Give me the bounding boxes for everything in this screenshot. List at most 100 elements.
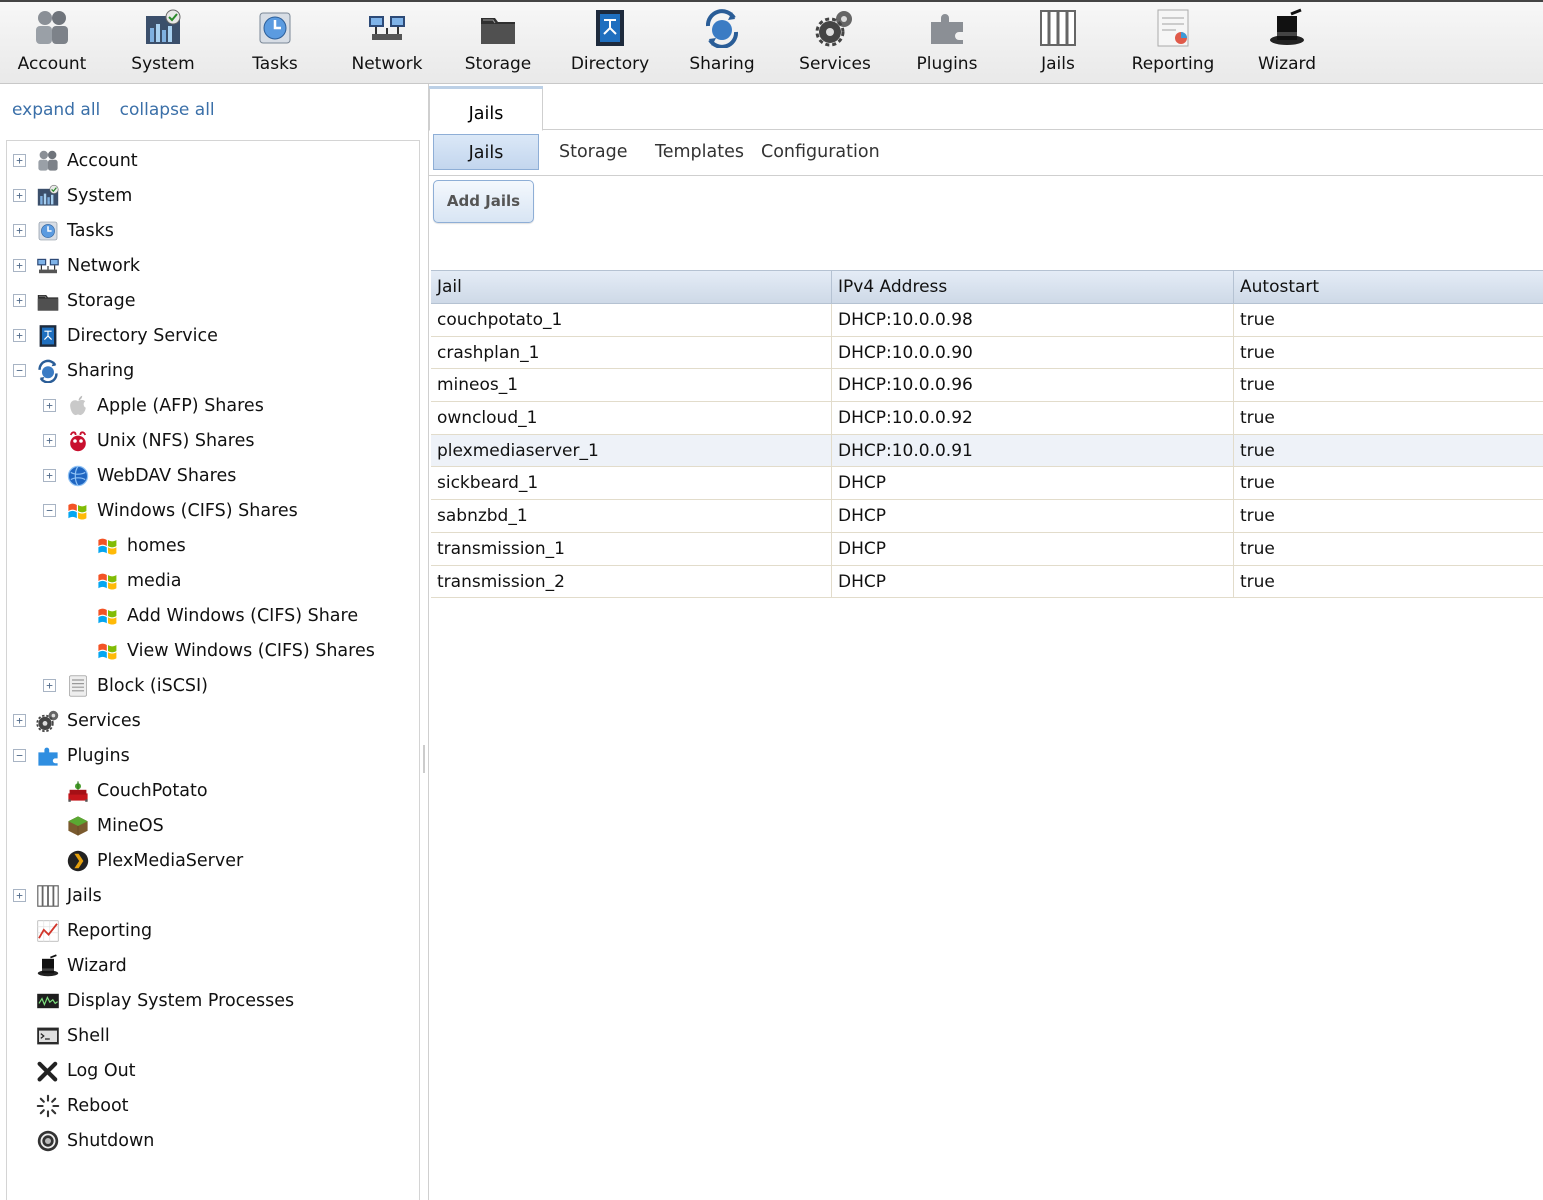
expand-toggle[interactable]: +	[43, 399, 56, 412]
tree-item-sharing[interactable]: − Sharing	[7, 353, 134, 388]
expand-toggle[interactable]: +	[13, 224, 26, 237]
tree-item-mineos[interactable]: MineOS	[7, 808, 164, 843]
table-row[interactable]: owncloud_1 DHCP:10.0.0.92 true	[431, 402, 1543, 435]
tree-item-log-out[interactable]: Log Out	[7, 1053, 136, 1088]
cell-jail: couchpotato_1	[431, 304, 832, 336]
expand-all-link[interactable]: expand all	[12, 100, 100, 120]
toolbar-storage[interactable]: Storage	[460, 8, 536, 82]
tree-item-nfs-shares[interactable]: + Unix (NFS) Shares	[7, 423, 254, 458]
directory-icon	[36, 324, 60, 348]
table-row-selected[interactable]: plexmediaserver_1 DHCP:10.0.0.91 true	[431, 434, 1543, 468]
cell-autostart: true	[1240, 408, 1275, 429]
expand-toggle[interactable]: +	[13, 329, 26, 342]
expand-toggle[interactable]: +	[13, 889, 26, 902]
toolbar-directory[interactable]: Directory	[565, 8, 655, 82]
tree-item-jails[interactable]: + Jails	[7, 878, 102, 913]
sharing-icon	[702, 8, 742, 48]
table-row[interactable]: mineos_1 DHCP:10.0.0.96 true	[431, 369, 1543, 403]
wizard-icon	[1267, 8, 1307, 48]
tree-item-network[interactable]: + Network	[7, 248, 140, 283]
table-row[interactable]: couchpotato_1 DHCP:10.0.0.98 true	[431, 304, 1543, 337]
tree-item-share-homes[interactable]: homes	[7, 528, 186, 563]
tree-item-share-media[interactable]: media	[7, 563, 182, 598]
tree-item-shell[interactable]: Shell	[7, 1018, 110, 1053]
table-row[interactable]: sabnzbd_1 DHCP true	[431, 500, 1543, 533]
tree-item-cifs-shares[interactable]: − Windows (CIFS) Shares	[7, 493, 298, 528]
expand-toggle[interactable]: +	[13, 714, 26, 727]
cell-jail: plexmediaserver_1	[431, 434, 832, 467]
table-row[interactable]: crashplan_1 DHCP:10.0.0.90 true	[431, 336, 1543, 370]
tree-item-account[interactable]: + Account	[7, 143, 138, 178]
collapse-toggle[interactable]: −	[13, 364, 26, 377]
tree-item-webdav-shares[interactable]: + WebDAV Shares	[7, 458, 236, 493]
expand-toggle[interactable]: +	[43, 434, 56, 447]
tree-item-view-cifs-shares[interactable]: View Windows (CIFS) Shares	[7, 633, 375, 668]
toolbar-account[interactable]: Account	[12, 8, 92, 82]
expand-toggle[interactable]: +	[13, 154, 26, 167]
toolbar-network[interactable]: Network	[345, 8, 429, 82]
expand-toggle[interactable]: +	[43, 469, 56, 482]
tree-item-reboot[interactable]: Reboot	[7, 1088, 129, 1123]
tree-item-plugins[interactable]: − Plugins	[7, 738, 130, 773]
table-row[interactable]: transmission_1 DHCP true	[431, 532, 1543, 566]
cell-ipv4: DHCP	[832, 532, 1234, 565]
toolbar-tasks[interactable]: Tasks	[240, 8, 310, 82]
windows-add-icon	[96, 604, 120, 628]
tree-item-wizard[interactable]: Wizard	[7, 948, 127, 983]
column-header-ipv4[interactable]: IPv4 Address	[832, 271, 1234, 303]
tree-item-directory-service[interactable]: + Directory Service	[7, 318, 218, 353]
toolbar-system[interactable]: System	[124, 8, 202, 82]
shell-icon	[36, 1024, 60, 1048]
toolbar-reporting[interactable]: Reporting	[1126, 8, 1220, 82]
toolbar-wizard[interactable]: Wizard	[1252, 8, 1322, 82]
cell-jail: transmission_1	[431, 532, 832, 565]
add-jails-button[interactable]: Add Jails	[433, 180, 534, 223]
table-row[interactable]: sickbeard_1 DHCP true	[431, 467, 1543, 501]
toolbar-label: Services	[799, 54, 871, 74]
tree-item-storage[interactable]: + Storage	[7, 283, 135, 318]
toolbar-plugins[interactable]: Plugins	[910, 8, 984, 82]
panel-splitter-handle[interactable]	[423, 745, 425, 773]
collapse-toggle[interactable]: −	[13, 749, 26, 762]
column-header-autostart[interactable]: Autostart	[1234, 271, 1543, 303]
reporting-icon	[1153, 8, 1193, 48]
collapse-all-link[interactable]: collapse all	[120, 100, 215, 120]
tree-item-label: System	[67, 185, 133, 206]
toolbar-label: Directory	[570, 54, 650, 74]
tab-templates[interactable]: Templates	[651, 134, 748, 170]
tab-jails[interactable]: Jails	[433, 134, 539, 170]
tree-item-tasks[interactable]: + Tasks	[7, 213, 114, 248]
column-header-jail[interactable]: Jail	[431, 271, 832, 303]
expand-toggle[interactable]: +	[13, 189, 26, 202]
tree-item-plexmediaserver[interactable]: PlexMediaServer	[7, 843, 243, 878]
toolbar-services[interactable]: Services	[792, 8, 878, 82]
tree-item-shutdown[interactable]: Shutdown	[7, 1123, 154, 1158]
table-row[interactable]: transmission_2 DHCP true	[431, 565, 1543, 599]
cell-autostart: true	[1240, 506, 1275, 527]
toolbar-label: Sharing	[689, 54, 755, 74]
expand-toggle[interactable]: +	[13, 294, 26, 307]
jails-icon	[36, 884, 60, 908]
plugins-icon	[36, 744, 60, 768]
collapse-toggle[interactable]: −	[43, 504, 56, 517]
windows-icon	[96, 569, 120, 593]
tree-item-display-system-processes[interactable]: Display System Processes	[7, 983, 294, 1018]
couchpotato-icon	[66, 779, 90, 803]
tree-item-block-iscsi[interactable]: + Block (iSCSI)	[7, 668, 208, 703]
tree-item-system[interactable]: + System	[7, 178, 132, 213]
tab-jails-main[interactable]: Jails	[429, 86, 543, 131]
toolbar-label: Network	[351, 54, 423, 74]
tab-configuration[interactable]: Configuration	[757, 134, 884, 170]
tree-item-reporting[interactable]: Reporting	[7, 913, 152, 948]
top-toolbar: Account System Tasks Network Storage Dir…	[0, 0, 1543, 84]
tab-storage[interactable]: Storage	[555, 134, 631, 170]
toolbar-sharing[interactable]: Sharing	[683, 8, 761, 82]
tree-item-add-cifs-share[interactable]: Add Windows (CIFS) Share	[7, 598, 358, 633]
wizard-icon	[36, 954, 60, 978]
tree-item-afp-shares[interactable]: + Apple (AFP) Shares	[7, 388, 264, 423]
expand-toggle[interactable]: +	[13, 259, 26, 272]
tree-item-services[interactable]: + Services	[7, 703, 141, 738]
tree-item-couchpotato[interactable]: CouchPotato	[7, 773, 208, 808]
expand-toggle[interactable]: +	[43, 679, 56, 692]
toolbar-jails[interactable]: Jails	[1030, 8, 1086, 82]
